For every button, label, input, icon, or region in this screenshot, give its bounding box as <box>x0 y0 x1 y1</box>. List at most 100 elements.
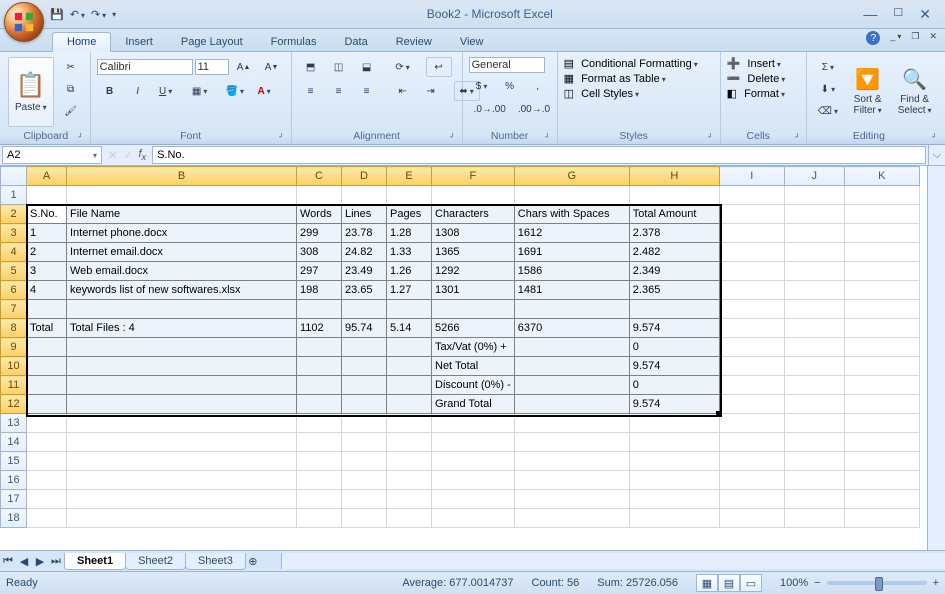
cell-H14[interactable] <box>629 433 719 452</box>
cell-F18[interactable] <box>432 509 515 528</box>
borders-button[interactable]: ▦ <box>187 81 213 101</box>
cell-K6[interactable] <box>844 281 919 300</box>
number-format-combo[interactable] <box>469 57 545 73</box>
cell-K16[interactable] <box>844 471 919 490</box>
cell-C5[interactable]: 297 <box>297 262 342 281</box>
cell-B5[interactable]: Web email.docx <box>67 262 297 281</box>
cell-C8[interactable]: 1102 <box>297 319 342 338</box>
row-header-2[interactable]: 2 <box>1 205 27 224</box>
cell-H8[interactable]: 9.574 <box>629 319 719 338</box>
cell-C14[interactable] <box>297 433 342 452</box>
view-normal-button[interactable]: ▦ <box>696 574 718 592</box>
cell-C10[interactable] <box>297 357 342 376</box>
cell-K14[interactable] <box>844 433 919 452</box>
cell-B17[interactable] <box>67 490 297 509</box>
cell-F7[interactable] <box>432 300 515 319</box>
cell-F10[interactable]: Net Total <box>432 357 515 376</box>
cell-G17[interactable] <box>514 490 629 509</box>
cell-C13[interactable] <box>297 414 342 433</box>
cell-G16[interactable] <box>514 471 629 490</box>
cell-G1[interactable] <box>514 186 629 205</box>
cell-H9[interactable]: 0 <box>629 338 719 357</box>
cell-B8[interactable]: Total Files : 4 <box>67 319 297 338</box>
undo-button[interactable]: ↶ <box>70 8 85 21</box>
cell-A7[interactable] <box>27 300 67 319</box>
cell-G3[interactable]: 1612 <box>514 224 629 243</box>
cell-H18[interactable] <box>629 509 719 528</box>
cell-A9[interactable] <box>27 338 67 357</box>
col-header-C[interactable]: C <box>297 167 342 186</box>
cell-D18[interactable] <box>342 509 387 528</box>
row-header-8[interactable]: 8 <box>1 319 27 338</box>
cell-G4[interactable]: 1691 <box>514 243 629 262</box>
cell-K8[interactable] <box>844 319 919 338</box>
enter-formula-icon[interactable]: ✓ <box>123 149 132 162</box>
cell-C4[interactable]: 308 <box>297 243 342 262</box>
row-header-10[interactable]: 10 <box>1 357 27 376</box>
cell-E7[interactable] <box>387 300 432 319</box>
cell-G14[interactable] <box>514 433 629 452</box>
mdi-restore-icon[interactable]: ❐ <box>911 31 919 45</box>
cell-F6[interactable]: 1301 <box>432 281 515 300</box>
cell-E5[interactable]: 1.26 <box>387 262 432 281</box>
cell-J1[interactable] <box>784 186 844 205</box>
close-button[interactable]: ✕ <box>919 6 931 23</box>
cell-G2[interactable]: Chars with Spaces <box>514 205 629 224</box>
cell-G8[interactable]: 6370 <box>514 319 629 338</box>
cell-H17[interactable] <box>629 490 719 509</box>
cell-F2[interactable]: Characters <box>432 205 515 224</box>
cell-E13[interactable] <box>387 414 432 433</box>
cell-C15[interactable] <box>297 452 342 471</box>
cell-I9[interactable] <box>719 338 784 357</box>
cell-I12[interactable] <box>719 395 784 414</box>
cell-K9[interactable] <box>844 338 919 357</box>
cell-K17[interactable] <box>844 490 919 509</box>
cell-A2[interactable]: S.No. <box>27 205 67 224</box>
row-header-18[interactable]: 18 <box>1 509 27 528</box>
cell-I10[interactable] <box>719 357 784 376</box>
cell-J11[interactable] <box>784 376 844 395</box>
col-header-H[interactable]: H <box>629 167 719 186</box>
copy-button[interactable]: ⧉ <box>58 79 84 99</box>
cell-H11[interactable]: 0 <box>629 376 719 395</box>
align-bottom-button[interactable]: ⬓ <box>354 57 380 77</box>
cell-E6[interactable]: 1.27 <box>387 281 432 300</box>
cell-C16[interactable] <box>297 471 342 490</box>
col-header-D[interactable]: D <box>342 167 387 186</box>
cell-H12[interactable]: 9.574 <box>629 395 719 414</box>
col-header-A[interactable]: A <box>27 167 67 186</box>
expand-formula-bar-button[interactable]: ⌵ <box>928 145 945 165</box>
cell-A6[interactable]: 4 <box>27 281 67 300</box>
cell-B18[interactable] <box>67 509 297 528</box>
cell-F14[interactable] <box>432 433 515 452</box>
cell-I6[interactable] <box>719 281 784 300</box>
cell-D12[interactable] <box>342 395 387 414</box>
cell-G6[interactable]: 1481 <box>514 281 629 300</box>
cell-J15[interactable] <box>784 452 844 471</box>
zoom-level[interactable]: 100% <box>780 577 808 589</box>
cell-I18[interactable] <box>719 509 784 528</box>
col-header-E[interactable]: E <box>387 167 432 186</box>
paste-button[interactable]: 📋 Paste <box>8 57 54 127</box>
cell-D3[interactable]: 23.78 <box>342 224 387 243</box>
cell-A14[interactable] <box>27 433 67 452</box>
tab-insert[interactable]: Insert <box>111 33 167 51</box>
horizontal-scrollbar[interactable] <box>281 553 945 569</box>
cell-styles-button[interactable]: ◫ Cell Styles <box>564 87 639 100</box>
cell-I2[interactable] <box>719 205 784 224</box>
cell-J5[interactable] <box>784 262 844 281</box>
redo-button[interactable]: ↷ <box>91 8 106 21</box>
cell-H10[interactable]: 9.574 <box>629 357 719 376</box>
fill-color-button[interactable]: 🪣 <box>221 81 249 101</box>
cell-H15[interactable] <box>629 452 719 471</box>
cell-I4[interactable] <box>719 243 784 262</box>
insert-function-button[interactable]: fx <box>138 148 146 162</box>
cell-I3[interactable] <box>719 224 784 243</box>
cell-J10[interactable] <box>784 357 844 376</box>
cell-E2[interactable]: Pages <box>387 205 432 224</box>
cell-E9[interactable] <box>387 338 432 357</box>
zoom-out-button[interactable]: − <box>814 577 820 589</box>
cell-A1[interactable] <box>27 186 67 205</box>
cell-E4[interactable]: 1.33 <box>387 243 432 262</box>
zoom-in-button[interactable]: + <box>933 577 939 589</box>
